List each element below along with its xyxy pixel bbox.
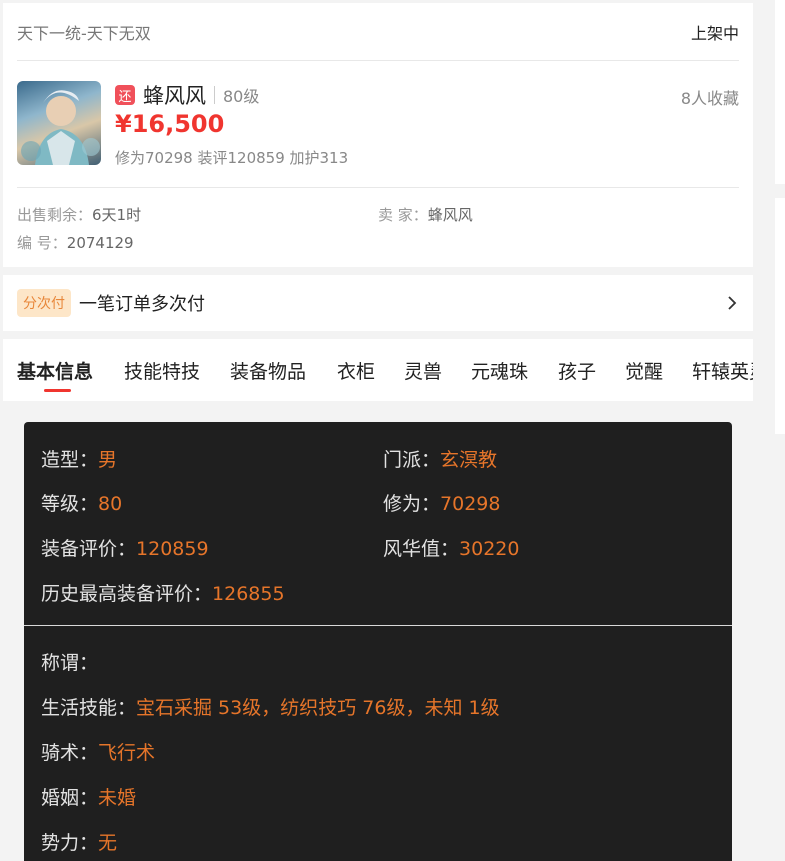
- riding-row: 骑术：飞行术: [41, 738, 155, 765]
- tab-xuanyuan[interactable]: 轩辕英灵: [692, 357, 753, 384]
- tab-bar: 基本信息 技能特技 装备物品 衣柜 灵兽 元魂珠 孩子 觉醒 轩辕英灵: [3, 339, 753, 401]
- divider: [24, 625, 732, 626]
- side-panel: [775, 0, 785, 184]
- remaining-value: 6天1时: [92, 206, 142, 224]
- level-value: 80: [98, 493, 123, 515]
- title-label: 称谓：: [41, 652, 99, 674]
- equip-score-row: 装备评价：120859: [41, 534, 209, 561]
- level-label: 等级：: [41, 493, 99, 515]
- remaining-label: 出售剩余：: [17, 206, 93, 224]
- divider: [17, 187, 739, 188]
- charm-row: 风华值：30220: [383, 534, 519, 561]
- seller-label: 卖 家：: [378, 206, 428, 224]
- charm-label: 风华值：: [383, 538, 460, 560]
- tab-pets[interactable]: 灵兽: [404, 357, 442, 384]
- page: 天下一统-天下无双 上架中 还 蜂风风 80级 8人收藏 ¥16,500 修为7…: [0, 0, 785, 861]
- cultivation-label: 修为：: [383, 493, 441, 515]
- favorites-count[interactable]: 8人收藏: [681, 85, 739, 109]
- tab-children[interactable]: 孩子: [558, 357, 596, 384]
- basic-info-panel: 造型：男 门派：玄溟教 等级：80 修为：70298 装备评价：120859 风…: [24, 422, 732, 861]
- installment-text: 一笔订单多次付: [79, 294, 205, 315]
- cultivation-row: 修为：70298: [383, 489, 500, 516]
- title-row: 称谓：: [41, 648, 98, 675]
- tab-skills[interactable]: 技能特技: [124, 357, 200, 384]
- role-row: 还 蜂风风 80级: [115, 81, 259, 109]
- tab-wardrobe[interactable]: 衣柜: [337, 357, 375, 384]
- role-level: 80级: [223, 87, 260, 106]
- history-score-value: 126855: [212, 583, 285, 605]
- price: ¥16,500: [115, 110, 225, 138]
- installment-tag: 分次付: [17, 289, 71, 317]
- marriage-value: 未婚: [98, 787, 137, 809]
- id-value: 2074129: [66, 234, 134, 252]
- id-label: 编 号：: [17, 234, 67, 252]
- school-row: 门派：玄溟教: [383, 445, 497, 472]
- product-card: 天下一统-天下无双 上架中 还 蜂风风 80级 8人收藏 ¥16,500 修为7…: [3, 3, 753, 267]
- equip-score-value: 120859: [136, 538, 209, 560]
- bargain-badge: 还: [115, 85, 135, 105]
- force-label: 势力：: [41, 832, 99, 854]
- marriage-label: 婚姻：: [41, 787, 99, 809]
- status-label: 上架中: [690, 23, 739, 43]
- charm-value: 30220: [459, 538, 520, 560]
- life-skills-value: 宝石采掘 53级，纺织技巧 76级，未知 1级: [136, 697, 500, 719]
- side-panel: [775, 198, 785, 434]
- model-value: 男: [98, 449, 118, 471]
- tab-soul-beads[interactable]: 元魂珠: [471, 357, 528, 384]
- cultivation-value: 70298: [440, 493, 501, 515]
- level-row: 等级：80: [41, 489, 122, 516]
- force-value: 无: [98, 832, 118, 854]
- school-value: 玄溟教: [440, 449, 498, 471]
- divider: [214, 86, 215, 104]
- history-score-row: 历史最高装备评价：126855: [41, 579, 285, 606]
- role-name: 蜂风风: [143, 84, 206, 108]
- history-score-label: 历史最高装备评价：: [41, 583, 213, 605]
- item-id: 编 号：2074129: [17, 232, 134, 253]
- life-skills-row: 生活技能：宝石采掘 53级，纺织技巧 76级，未知 1级: [41, 693, 500, 720]
- equip-score-label: 装备评价：: [41, 538, 137, 560]
- riding-value: 飞行术: [98, 742, 156, 764]
- tab-awakening[interactable]: 觉醒: [625, 357, 663, 384]
- riding-label: 骑术：: [41, 742, 99, 764]
- school-label: 门派：: [383, 449, 441, 471]
- seller: 卖 家：蜂风风: [378, 204, 473, 225]
- marriage-row: 婚姻：未婚: [41, 783, 136, 810]
- force-row: 势力：无: [41, 828, 117, 855]
- card-header: 天下一统-天下无双 上架中: [17, 3, 739, 61]
- active-tab-indicator: [44, 389, 71, 392]
- seller-value: 蜂风风: [427, 206, 473, 224]
- life-skills-label: 生活技能：: [41, 697, 137, 719]
- installment-bar[interactable]: 分次付 一笔订单多次付: [3, 275, 753, 331]
- model-label: 造型：: [41, 449, 99, 471]
- tab-basic-info[interactable]: 基本信息: [17, 357, 93, 384]
- model-row: 造型：男: [41, 445, 117, 472]
- character-avatar[interactable]: [17, 81, 101, 165]
- tab-equipment[interactable]: 装备物品: [230, 357, 306, 384]
- chevron-right-icon: [728, 296, 737, 310]
- server-name: 天下一统-天下无双: [17, 23, 151, 43]
- remaining-time: 出售剩余：6天1时: [17, 204, 141, 225]
- role-summary: 修为70298 装评120859 加护313: [115, 149, 349, 167]
